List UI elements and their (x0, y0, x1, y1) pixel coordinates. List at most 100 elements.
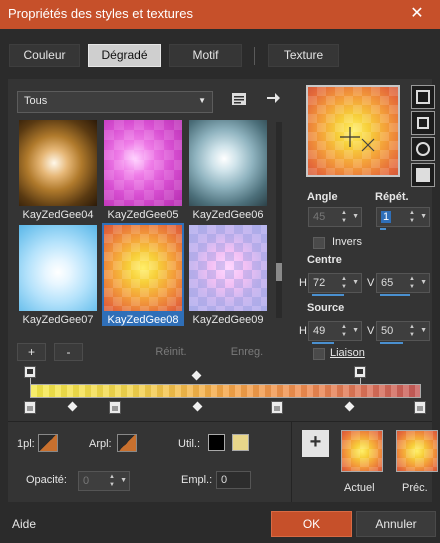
spin-arrows-icon: ▲ ▼ (109, 474, 115, 488)
center-crosshair-icon (340, 127, 375, 152)
previous-gradient-preview[interactable] (396, 430, 438, 472)
save-button[interactable]: Enreg. (219, 343, 275, 361)
color-stop-marker[interactable] (414, 401, 426, 414)
sunburst-style-icon[interactable] (411, 137, 435, 161)
tab-couleur[interactable]: Couleur (9, 44, 80, 67)
gradient-thumbnail (189, 120, 267, 206)
category-dropdown[interactable]: Tous ▼ (17, 91, 213, 113)
center-h-value: 72 (313, 277, 326, 289)
window-title: Propriétés des styles et textures (8, 6, 193, 21)
source-v-label: V (367, 325, 375, 337)
center-label: Centre (307, 254, 342, 266)
add-to-swatches-button[interactable]: + (302, 430, 329, 457)
opacity-stop-marker[interactable] (24, 366, 36, 378)
arrow-right-icon[interactable] (264, 90, 282, 108)
center-v-label: V (367, 277, 375, 289)
invert-checkbox[interactable] (313, 237, 325, 249)
close-button[interactable]: ✕ (394, 0, 440, 29)
previous-label: Préc. (402, 482, 428, 494)
tab-bar: Couleur Dégradé Motif Texture (0, 40, 440, 70)
link-checkbox[interactable] (313, 348, 325, 360)
cancel-button[interactable]: Annuler (356, 511, 436, 537)
center-v-stepper[interactable]: 65 ▲ ▼ ▼ (376, 273, 430, 296)
spin-arrows-icon: ▲ ▼ (341, 276, 347, 290)
user-color-swatch-1[interactable] (208, 434, 225, 451)
chevron-down-icon: ▼ (120, 477, 127, 484)
location-label: Empl.: (181, 474, 213, 486)
source-v-stepper[interactable]: 50 ▲ ▼ ▼ (376, 321, 430, 344)
user-color-swatch-2[interactable] (232, 434, 249, 451)
opacity-stepper[interactable]: 0 ▲ ▼ ▼ (78, 471, 130, 491)
background-label: Arpl: (89, 438, 112, 450)
reset-button[interactable]: Réinit. (144, 343, 198, 361)
opacity-value: 0 (83, 475, 90, 487)
foreground-label: 1pl: (17, 438, 35, 450)
gradient-grid: KayZedGee04 KayZedGee05 KayZedGee06 KayZ… (17, 118, 272, 328)
gradient-thumbnail (104, 225, 182, 311)
tab-degrade[interactable]: Dégradé (88, 44, 161, 67)
gradient-name: KayZedGee04 (22, 209, 94, 221)
gradient-thumbnail (19, 225, 97, 311)
chevron-down-icon: ▼ (352, 279, 359, 286)
gradient-item-selected[interactable]: KayZedGee08 (102, 223, 184, 326)
gradient-name: KayZedGee08 (107, 314, 179, 326)
current-label: Actuel (344, 482, 375, 494)
user-color-label: Util.: (178, 438, 200, 450)
gradient-item[interactable]: KayZedGee04 (17, 118, 99, 221)
gradient-item[interactable]: KayZedGee07 (17, 223, 99, 326)
divider (8, 421, 432, 422)
chevron-down-icon: ▼ (420, 213, 427, 220)
gradient-item[interactable]: KayZedGee09 (187, 223, 269, 326)
spin-arrows-icon: ▲ ▼ (409, 276, 415, 290)
gradient-item[interactable]: KayZedGee05 (102, 118, 184, 221)
color-stop-marker[interactable] (24, 401, 36, 414)
invert-label: Invers (332, 236, 362, 248)
repeat-stepper[interactable]: 1 ▲ ▼ ▼ (376, 207, 430, 230)
opacity-stop-marker[interactable] (354, 366, 366, 378)
tab-separator (254, 47, 255, 65)
gradient-item[interactable]: KayZedGee06 (187, 118, 269, 221)
opacity-label: Opacité: (26, 474, 67, 486)
spin-arrows-icon: ▲ ▼ (341, 210, 347, 224)
spin-arrows-icon: ▲ ▼ (409, 324, 415, 338)
rectangular-style-icon[interactable] (411, 111, 435, 135)
source-h-stepper[interactable]: 49 ▲ ▼ ▼ (308, 321, 362, 344)
remove-gradient-button[interactable]: - (54, 343, 83, 361)
gradient-name: KayZedGee09 (192, 314, 264, 326)
tab-motif[interactable]: Motif (169, 44, 242, 67)
chevron-down-icon: ▼ (352, 327, 359, 334)
angle-value: 45 (313, 211, 326, 223)
help-link[interactable]: Aide (12, 517, 36, 531)
color-stop-marker[interactable] (109, 401, 121, 414)
background-swatch[interactable] (117, 434, 137, 452)
title-bar: Propriétés des styles et textures (0, 0, 440, 29)
resource-manager-icon[interactable] (230, 91, 248, 109)
tab-texture[interactable]: Texture (268, 44, 339, 67)
gradient-name: KayZedGee05 (107, 209, 179, 221)
gradient-thumbnail (104, 120, 182, 206)
chevron-down-icon: ▼ (352, 213, 359, 220)
radial-style-icon[interactable] (411, 163, 435, 187)
color-stop-marker[interactable] (271, 401, 283, 414)
grid-scrollbar[interactable] (276, 122, 282, 318)
current-gradient-preview[interactable] (341, 430, 383, 472)
center-h-stepper[interactable]: 72 ▲ ▼ ▼ (308, 273, 362, 296)
foreground-swatch[interactable] (38, 434, 58, 452)
category-value: Tous (24, 95, 48, 107)
source-h-level-bar (312, 342, 334, 344)
add-gradient-button[interactable]: + (17, 343, 46, 361)
linear-style-icon[interactable] (411, 85, 435, 109)
source-v-level-bar (380, 342, 403, 344)
ok-button[interactable]: OK (271, 511, 352, 537)
grid-scrollbar-thumb[interactable] (276, 263, 282, 281)
angle-stepper[interactable]: 45 ▲ ▼ ▼ (308, 207, 362, 227)
divider (291, 422, 292, 502)
gradient-editor-bar[interactable] (30, 384, 421, 398)
source-label: Source (307, 302, 345, 314)
gradient-preview[interactable] (306, 85, 400, 177)
gradient-thumbnail (189, 225, 267, 311)
chevron-down-icon: ▼ (420, 327, 427, 334)
repeat-label: Répét. (375, 191, 409, 203)
repeat-level-bar (380, 228, 386, 230)
location-input[interactable]: 0 (216, 471, 251, 489)
